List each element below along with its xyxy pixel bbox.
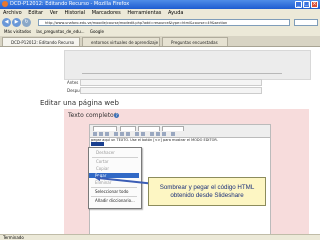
menu-separator-2 — [91, 187, 137, 188]
menu-ver[interactable]: Ver — [50, 10, 58, 16]
label-antes: Antes — [67, 80, 79, 85]
search-input[interactable] — [294, 19, 318, 26]
instruction-callout: Sombrear y pegar el código HTML obtenido… — [148, 177, 266, 206]
callout-arrow-head — [95, 175, 100, 181]
back-icon[interactable]: ◀ — [2, 18, 11, 27]
underline-icon[interactable] — [105, 132, 109, 136]
menu-herramientas[interactable]: Herramientas — [127, 10, 161, 16]
image-icon[interactable] — [156, 132, 160, 136]
menu-separator-3 — [91, 196, 137, 197]
menu-historial[interactable]: Historial — [64, 10, 85, 16]
align-left-icon[interactable] — [114, 132, 118, 136]
tab-preguntas-encuestadas[interactable]: Preguntas encuestadas — [162, 37, 228, 46]
window-title-bar: DCD-P12012: Editando Recurso - Mozilla F… — [0, 0, 320, 9]
italic-icon[interactable] — [99, 132, 103, 136]
url-input[interactable]: http://www.unaforo.edu.ve/moodle/course/… — [38, 19, 290, 26]
indent-icon[interactable] — [141, 132, 145, 136]
menu-ayuda[interactable]: Ayuda — [168, 10, 183, 16]
forward-icon[interactable]: ▶ — [12, 18, 21, 27]
list-icon[interactable] — [135, 132, 139, 136]
menu-item-copiar[interactable]: Copiar — [96, 166, 109, 171]
align-center-icon[interactable] — [120, 132, 124, 136]
divider — [82, 73, 282, 74]
editor-selection — [91, 142, 104, 146]
firefox-icon — [2, 1, 8, 7]
menu-separator — [92, 157, 138, 158]
menu-editar[interactable]: Editar — [28, 10, 43, 16]
close-icon[interactable]: × — [311, 1, 318, 8]
maximize-icon[interactable]: □ — [303, 1, 310, 8]
callout-line-1: Sombrear y pegar el código HTML — [159, 184, 255, 191]
reload-icon[interactable]: ↻ — [22, 18, 31, 27]
bookmarks-toolbar: Más visitados las_preguntas_de_edu... Go… — [0, 28, 320, 36]
window-title: DCD-P12012: Editando Recurso - Mozilla F… — [10, 1, 130, 7]
link-icon[interactable] — [150, 132, 154, 136]
menu-item-deshacer[interactable]: Deshacer — [96, 150, 115, 155]
menu-marcadores[interactable]: Marcadores — [92, 10, 121, 16]
bookmark-google[interactable]: Google — [90, 29, 104, 34]
section-heading: Editar una página web — [40, 99, 119, 107]
navigation-toolbar: ◀ ▶ ↻ http://www.unaforo.edu.ve/moodle/c… — [0, 17, 320, 28]
tab-bar: DCD-P12012: Editando Recurso entornos vi… — [0, 36, 320, 47]
table-icon[interactable] — [162, 132, 166, 136]
bold-icon[interactable] — [93, 132, 97, 136]
settings-panel — [64, 50, 311, 80]
menu-item-cortar[interactable]: Cortar — [96, 159, 109, 164]
callout-line-2: obtenido desde Slideshare — [170, 192, 244, 199]
despues-field[interactable] — [80, 87, 262, 94]
bookmark-preguntas[interactable]: las_preguntas_de_edu... — [36, 29, 84, 34]
bookmark-mas-visitados[interactable]: Más visitados — [4, 29, 31, 34]
align-right-icon[interactable] — [126, 132, 130, 136]
menu-item-anadir-diccionario[interactable]: Añadir diccionario... — [95, 198, 135, 203]
minimize-icon[interactable]: _ — [295, 1, 302, 8]
tab-editando-recurso[interactable]: DCD-P12012: Editando Recurso — [2, 37, 80, 46]
help-icon[interactable]: ? — [114, 113, 119, 118]
antes-field[interactable] — [80, 79, 262, 86]
editor-text: pegar aquí un TEXTO. Use el botón [<>] p… — [91, 138, 218, 142]
menu-item-seleccionar-todo[interactable]: Seleccionar todo — [95, 189, 128, 194]
menu-archivo[interactable]: Archivo — [3, 10, 22, 16]
tab-entornos-virtuales[interactable]: entornos virtuales de aprendizaje - Bus.… — [82, 37, 160, 46]
html-source-icon[interactable] — [171, 132, 175, 136]
status-bar: Terminado — [0, 234, 320, 240]
texto-completo-label: Texto completo* — [68, 112, 117, 119]
